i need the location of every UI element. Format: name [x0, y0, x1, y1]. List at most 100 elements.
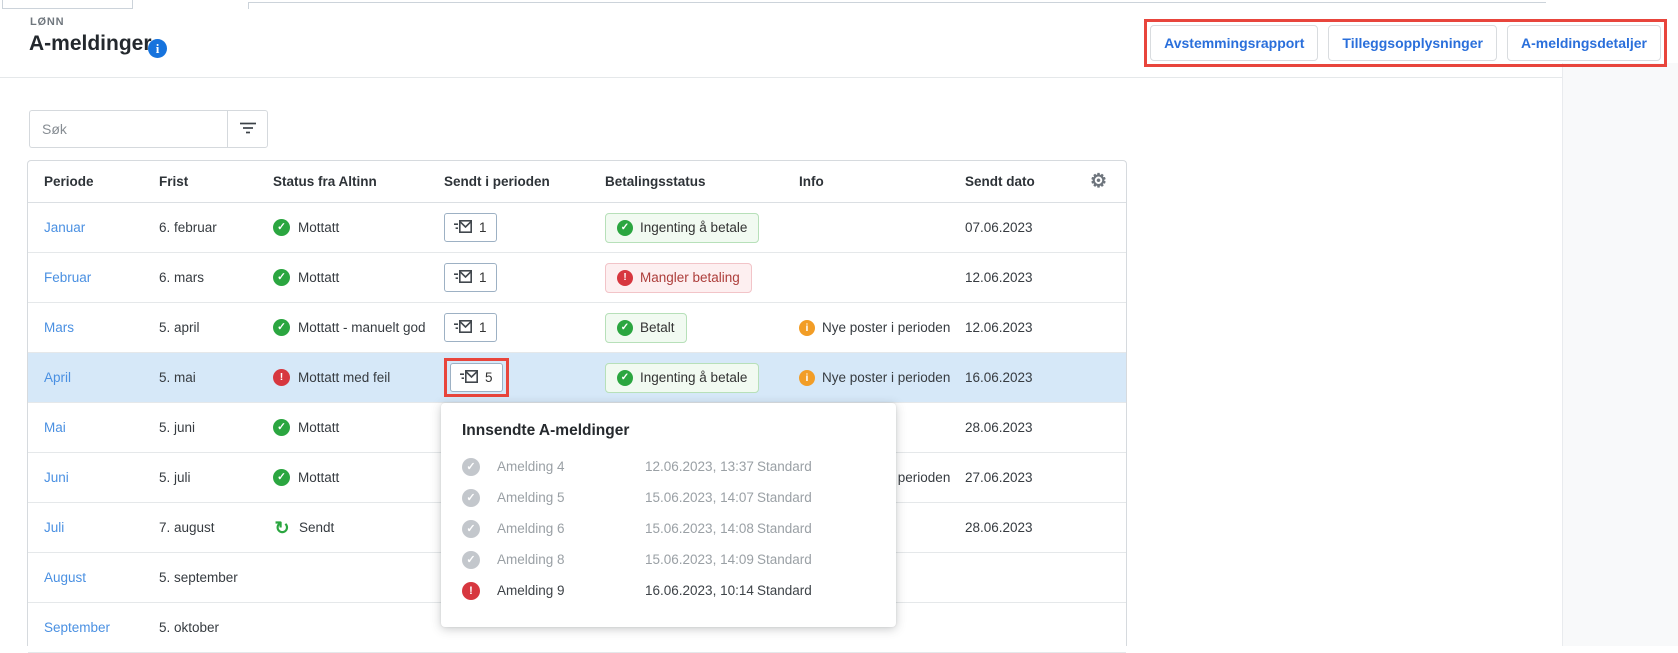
- period-link[interactable]: Mai: [44, 420, 66, 435]
- table-header-row: Periode Frist Status fra Altinn Sendt i …: [28, 161, 1126, 203]
- envelope-outgoing-icon: [454, 319, 473, 337]
- section-eyebrow: LØNN: [30, 16, 64, 28]
- table-row: Februar 6. mars ✓ Mottatt 1: [28, 253, 1126, 303]
- envelope-outgoing-icon: [454, 269, 473, 287]
- page-background-strip: [1562, 63, 1678, 646]
- amelding-type: Standard: [757, 490, 896, 505]
- sent-count: 1: [479, 220, 487, 235]
- amelding-datetime: 15.06.2023, 14:09: [645, 552, 757, 567]
- message-status-icon: !: [462, 582, 480, 600]
- payment-status-cell: ✓ Ingenting å betale: [605, 363, 799, 393]
- annotation-box-sent-count: 5: [444, 358, 509, 397]
- payment-status-label: Betalt: [640, 320, 675, 335]
- popup-list-item[interactable]: ✓ Amelding 4 12.06.2023, 13:37 Standard: [441, 451, 896, 482]
- frist-cell: 5. juni: [159, 420, 273, 435]
- sent-in-period-cell: 1: [444, 213, 605, 242]
- message-status-icon: ✓: [462, 458, 480, 476]
- message-status-icon: ✓: [462, 489, 480, 507]
- altinn-status-cell: ✓ Mottatt: [273, 269, 444, 286]
- annotation-box-sent-count: 1: [444, 313, 497, 342]
- payment-status-label: Ingenting å betale: [640, 370, 747, 385]
- sent-messages-button[interactable]: 1: [444, 213, 497, 242]
- amelding-name: Amelding 9: [497, 583, 645, 598]
- period-link[interactable]: Juli: [44, 520, 64, 535]
- annotation-box-sent-count: 1: [444, 213, 497, 242]
- frist-cell: 5. april: [159, 320, 273, 335]
- sent-date-cell: 27.06.2023: [965, 470, 1090, 485]
- period-link[interactable]: August: [44, 570, 86, 585]
- period-link[interactable]: Juni: [44, 470, 69, 485]
- amelding-name: Amelding 4: [497, 459, 645, 474]
- gear-icon[interactable]: ⚙: [1090, 171, 1107, 192]
- info-cell: i Nye poster i perioden: [799, 370, 965, 386]
- filter-button[interactable]: [227, 110, 268, 148]
- popup-title: Innsendte A-meldinger: [462, 422, 629, 440]
- status-icon: ✓: [273, 219, 290, 236]
- frist-cell: 5. september: [159, 570, 273, 585]
- payment-status-icon: ✓: [617, 320, 633, 336]
- period-link[interactable]: Februar: [44, 270, 91, 285]
- popup-list-item[interactable]: ✓ Amelding 8 15.06.2023, 14:09 Standard: [441, 544, 896, 575]
- payment-status-cell: ✓ Betalt: [605, 313, 799, 343]
- altinn-status-cell: ✓ Mottatt: [273, 469, 444, 486]
- tab-strip-border: [248, 2, 1546, 9]
- frist-cell: 7. august: [159, 520, 273, 535]
- message-status-icon: ✓: [462, 520, 480, 538]
- period-link[interactable]: April: [44, 370, 71, 385]
- amelding-datetime: 15.06.2023, 14:07: [645, 490, 757, 505]
- column-header-sendt-dato: Sendt dato: [965, 174, 1090, 189]
- payment-status-cell: ✓ Ingenting å betale: [605, 213, 799, 243]
- amelding-name: Amelding 8: [497, 552, 645, 567]
- sent-count: 1: [479, 320, 487, 335]
- message-status-icon: ✓: [462, 551, 480, 569]
- sent-count: 1: [479, 270, 487, 285]
- column-header-frist: Frist: [159, 174, 273, 189]
- payment-status-label: Ingenting å betale: [640, 220, 747, 235]
- sent-messages-button[interactable]: 1: [444, 313, 497, 342]
- warning-info-icon: i: [799, 320, 815, 336]
- frist-cell: 6. mars: [159, 270, 273, 285]
- altinn-status-label: Mottatt: [298, 220, 339, 235]
- payment-status-badge: ! Mangler betaling: [605, 263, 752, 293]
- sent-in-period-cell: 5: [444, 358, 605, 397]
- table-row: Mars 5. april ✓ Mottatt - manuelt god: [28, 303, 1126, 353]
- sent-date-cell: 07.06.2023: [965, 220, 1090, 235]
- payment-status-cell: ! Mangler betaling: [605, 263, 799, 293]
- popup-list-item[interactable]: ✓ Amelding 5 15.06.2023, 14:07 Standard: [441, 482, 896, 513]
- status-icon: !: [273, 369, 290, 386]
- filter-list-icon: [239, 122, 257, 137]
- column-header-sendt-i-perioden: Sendt i perioden: [444, 174, 605, 189]
- altinn-status-cell: ↻ Sendt: [273, 519, 444, 537]
- altinn-status-label: Mottatt: [298, 270, 339, 285]
- info-icon[interactable]: i: [148, 39, 167, 58]
- period-link[interactable]: Januar: [44, 220, 85, 235]
- sent-date-cell: 12.06.2023: [965, 270, 1090, 285]
- frist-cell: 6. februar: [159, 220, 273, 235]
- search-group: [29, 110, 268, 148]
- amelding-datetime: 15.06.2023, 14:08: [645, 521, 757, 536]
- avstemmingsrapport-button[interactable]: Avstemmingsrapport: [1150, 25, 1318, 61]
- sent-in-period-cell: 1: [444, 263, 605, 292]
- payment-status-icon: !: [617, 270, 633, 286]
- page-title: A-meldinger: [29, 32, 152, 56]
- period-link[interactable]: Mars: [44, 320, 74, 335]
- column-header-betalingsstatus: Betalingsstatus: [605, 174, 799, 189]
- column-header-info: Info: [799, 174, 965, 189]
- header-divider: [0, 77, 1562, 78]
- sent-messages-button[interactable]: 1: [444, 263, 497, 292]
- search-input[interactable]: [29, 110, 227, 148]
- tilleggsopplysninger-button[interactable]: Tilleggsopplysninger: [1328, 25, 1497, 61]
- altinn-status-label: Mottatt: [298, 470, 339, 485]
- table-row: Januar 6. februar ✓ Mottatt 1: [28, 203, 1126, 253]
- popup-list-item[interactable]: ! Amelding 9 16.06.2023, 10:14 Standard: [441, 575, 896, 606]
- info-label: Nye poster i perioden: [822, 320, 950, 335]
- altinn-status-cell: ✓ Mottatt: [273, 219, 444, 236]
- altinn-status-label: Mottatt med feil: [298, 370, 390, 385]
- popup-list-item[interactable]: ✓ Amelding 6 15.06.2023, 14:08 Standard: [441, 513, 896, 544]
- period-link[interactable]: September: [44, 620, 110, 635]
- a-meldingsdetaljer-button[interactable]: A-meldingsdetaljer: [1507, 25, 1661, 61]
- payment-status-icon: ✓: [617, 220, 633, 236]
- frist-cell: 5. oktober: [159, 620, 273, 635]
- sent-messages-button[interactable]: 5: [450, 363, 503, 392]
- sent-count: 5: [485, 370, 493, 385]
